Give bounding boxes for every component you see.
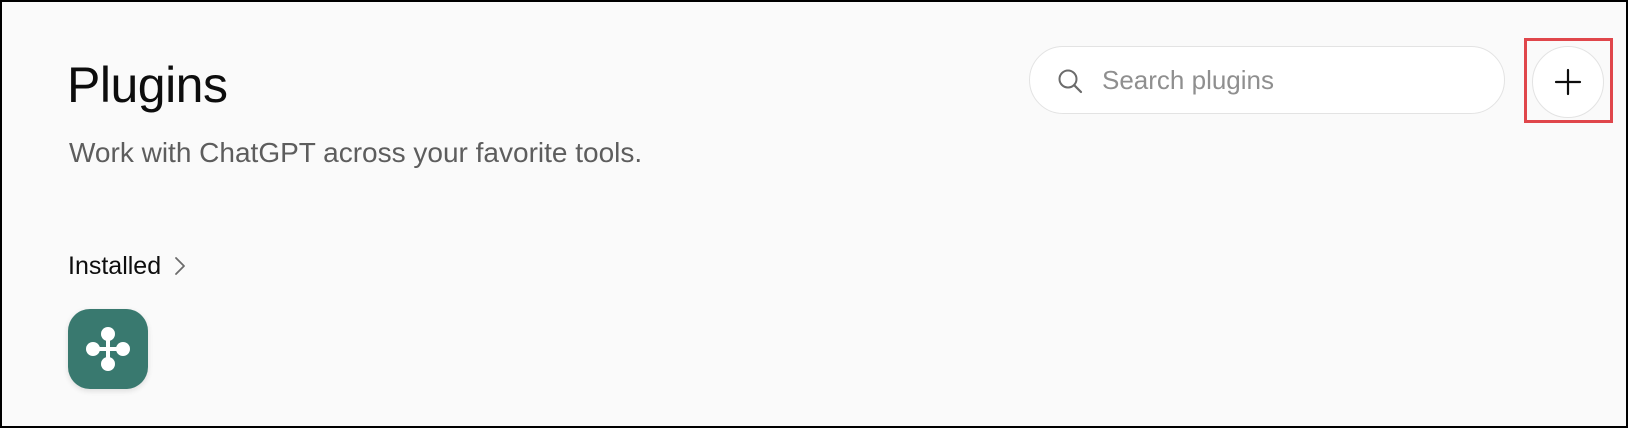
page-title: Plugins [67,57,228,113]
search-input[interactable] [1102,47,1482,113]
chevron-right-icon [175,257,186,275]
add-plugin-button[interactable] [1532,46,1604,118]
installed-section-link[interactable]: Installed [68,249,187,283]
installed-plugin-tile[interactable] [68,309,148,389]
search-icon [1058,69,1083,94]
plus-icon [1554,68,1582,96]
plugins-page: Plugins Work with ChatGPT across your fa… [0,0,1628,428]
installed-label: Installed [68,252,162,280]
search-box[interactable] [1029,46,1505,114]
page-subtitle: Work with ChatGPT across your favorite t… [69,137,643,168]
connector-icon [86,327,130,371]
